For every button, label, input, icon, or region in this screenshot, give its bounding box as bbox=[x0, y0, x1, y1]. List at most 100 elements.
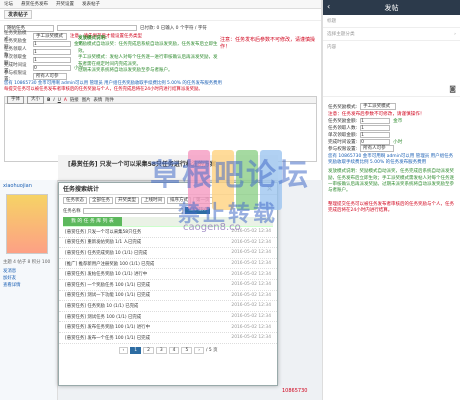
char-count: 已付款: 0 已输入 0 个字符 / 字符 bbox=[140, 26, 207, 31]
nav-item[interactable]: 发表帖子 bbox=[82, 1, 100, 7]
color-button[interactable]: A bbox=[64, 98, 67, 103]
rule-line: 奖励模式自动派奖：任务完成后系统自动派发奖励，任务发布后立即生效。 bbox=[78, 42, 218, 54]
task-title: [悬赏任务] 一个奖励任务 100 (1/1) 已完成 bbox=[65, 282, 150, 288]
task-title: [悬赏任务] 发帖任务奖励 10 (1/1) 进行中 bbox=[65, 272, 148, 278]
task-row[interactable]: [悬赏任务] 任务奖励 10 (1/1) 已完成 2016-05-02 12:34 bbox=[59, 301, 277, 312]
sidebar-link[interactable]: 发消息 bbox=[3, 268, 54, 275]
bottom-balance: 10865730 bbox=[282, 388, 307, 394]
link-button[interactable]: 链接 bbox=[70, 97, 79, 103]
pay-input[interactable]: 1 bbox=[33, 57, 71, 63]
camera-icon[interactable]: ◙ bbox=[449, 85, 456, 93]
title-placeholder: 标题 bbox=[327, 19, 337, 24]
page-button[interactable]: › bbox=[194, 346, 205, 354]
dialog-title: 任务搜索统计 bbox=[63, 186, 100, 193]
nav-item[interactable]: 论坛 bbox=[4, 1, 13, 7]
m-bottom-warn: 整理提交任务可以被任务发布者审核后的任务奖励与个人，任务完成后将在24小时内进行… bbox=[328, 202, 454, 214]
page-button[interactable]: 5 bbox=[181, 346, 193, 354]
sidebar-link[interactable]: 查看详情 bbox=[3, 282, 54, 289]
m-balance: 您有 10865730 金币可用啊 admin可以用 管理员 用户组任务奖励收取… bbox=[328, 154, 454, 166]
m-time-input[interactable]: 0 bbox=[360, 138, 391, 145]
m-warn: 注意：任务发布后参数不可修改，请谨慎操作！ bbox=[328, 111, 425, 117]
chevron-right-icon: › bbox=[454, 31, 456, 37]
task-title: [悬赏任务] 重新发帖奖励 1/1 人已完成 bbox=[65, 240, 142, 246]
reward-input[interactable]: 1 bbox=[33, 41, 71, 47]
image-button[interactable]: 图片 bbox=[82, 97, 91, 103]
task-row[interactable]: [悬赏任务] 一个奖励任务 100 (1/1) 已完成 2016-05-02 12… bbox=[59, 280, 277, 291]
nav-item[interactable]: 开奖设置 bbox=[56, 1, 74, 7]
people-input[interactable]: 1 bbox=[33, 49, 71, 55]
watermark-url: caogen8.co bbox=[183, 222, 241, 233]
username[interactable]: xiaohuojian bbox=[0, 180, 57, 192]
page-button[interactable]: 2 bbox=[143, 346, 154, 354]
m-recv-label: 参与权限设置: bbox=[328, 146, 358, 152]
balance-box: 您有 10865730 金币可用啊 admin可以用 管理员 用户组任务奖励收取… bbox=[0, 80, 321, 94]
title-input[interactable]: 标题 bbox=[323, 15, 460, 28]
task-title: [悬赏任务] 任务完成奖励 10 (1/1) 已完成 bbox=[65, 250, 148, 256]
warn-text: 注意：任务发布后参数不可修改，请谨慎操作！ bbox=[220, 37, 316, 50]
m-mode-label: 任务奖励模式: bbox=[328, 104, 358, 110]
italic-button[interactable]: I bbox=[53, 98, 54, 103]
tab-my-tasks[interactable]: 我 的 任 务 库 列 表 bbox=[63, 217, 122, 226]
task-mode-select[interactable]: 手工派奖模式 bbox=[33, 32, 67, 40]
task-row[interactable]: [推广] 推荐新用户注册奖励 100 (1/1) 已完成 2016-05-02 1… bbox=[59, 259, 277, 270]
m-pay-input[interactable]: 1 bbox=[360, 131, 391, 138]
emoji-button[interactable]: 表情 bbox=[93, 97, 102, 103]
task-row[interactable]: [悬赏任务] 重新发帖奖励 1/1 人已完成 2016-05-02 12:34 bbox=[59, 238, 277, 249]
font-button[interactable]: 字体 bbox=[7, 96, 24, 104]
task-row[interactable]: [悬赏任务] 发布一个任务 100 (1/1) 已完成 2016-05-02 12… bbox=[59, 333, 277, 344]
mobile-post-panel: ‹ 发帖 标题 选择主题分类 › 内容 ◙ 任务奖励模式: 手工派奖模式 注意：任务… bbox=[322, 0, 460, 400]
watermark-text: 草根吧论坛 bbox=[150, 158, 310, 193]
mobile-header: ‹ 发帖 bbox=[323, 0, 460, 15]
m-reward-label: 任务奖励金额: bbox=[328, 118, 358, 124]
m-rules-text: 发放模式说明：奖励模式自动派奖，任务完成后系统自动派发奖励，任务发布后立即生效；… bbox=[328, 169, 454, 194]
content-input[interactable]: 内容 ◙ bbox=[323, 41, 460, 97]
underline-button[interactable]: U bbox=[58, 98, 61, 103]
task-row[interactable]: [悬赏任务] 只发一个可以采集58只任务 2016-05-02 12:34 bbox=[59, 227, 277, 238]
attach-button[interactable]: 附件 bbox=[105, 97, 114, 103]
task-row[interactable]: [悬赏任务] 测试一下功能 100 (1/1) 已完成 2016-05-02 12… bbox=[59, 291, 277, 302]
page-button[interactable]: 4 bbox=[168, 346, 180, 354]
task-row[interactable]: [悬赏任务] 发布任务奖励 100 (1/1) 进行中 2016-05-02 12… bbox=[59, 322, 277, 333]
rules-box: 发放模式说明: 奖励模式自动派奖：任务完成后系统自动派发奖励，任务发布后立即生效… bbox=[78, 36, 218, 74]
subject-input[interactable] bbox=[57, 25, 137, 31]
pagination: ‹ 1 2 3 4 5 ›/ 5 页 bbox=[59, 344, 277, 354]
tab-post[interactable]: 发表帖子 bbox=[4, 10, 33, 19]
m-mode-select[interactable]: 手工派奖模式 bbox=[360, 103, 397, 110]
task-time: 2016-05-02 12:34 bbox=[231, 282, 271, 288]
m-recv-select[interactable]: 所有人可参 bbox=[360, 145, 395, 152]
filter-time[interactable]: 上线时间 bbox=[141, 197, 165, 204]
task-row[interactable]: [悬赏任务] 发帖任务奖励 10 (1/1) 进行中 2016-05-02 12:… bbox=[59, 269, 277, 280]
category-select[interactable]: 选择主题分类 › bbox=[323, 28, 460, 41]
bold-button[interactable]: B bbox=[47, 98, 50, 103]
task-time: 2016-05-02 12:34 bbox=[231, 239, 271, 245]
filter-status[interactable]: 任务状态 bbox=[63, 197, 87, 204]
page-button[interactable]: 1 bbox=[130, 346, 142, 354]
task-time: 2016-05-02 12:34 bbox=[231, 271, 271, 277]
task-time: 2016-05-02 12:34 bbox=[231, 292, 271, 298]
mobile-title: 发帖 bbox=[384, 3, 399, 12]
m-people-input[interactable]: 1 bbox=[360, 124, 391, 131]
size-button[interactable]: 大小 bbox=[27, 96, 44, 104]
search-input[interactable] bbox=[82, 207, 183, 214]
page-button[interactable]: ‹ bbox=[118, 346, 129, 354]
task-title: [悬赏任务] 发布一个任务 100 (1/1) 已完成 bbox=[65, 335, 150, 341]
page-button[interactable]: 3 bbox=[155, 346, 167, 354]
task-title: [悬赏任务] 只发一个可以采集58只任务 bbox=[65, 229, 142, 235]
timelimit-input[interactable]: 0 bbox=[33, 65, 71, 71]
receive-select[interactable]: 所有人可参 bbox=[33, 72, 67, 80]
task-time: 2016-05-02 12:34 bbox=[231, 324, 271, 330]
top-nav: 论坛 悬赏任务发布 开奖设置 发表帖子 bbox=[0, 0, 321, 9]
task-row[interactable]: [悬赏任务] 任务完成奖励 10 (1/1) 已完成 2016-05-02 12:… bbox=[59, 248, 277, 259]
back-icon[interactable]: ‹ bbox=[327, 2, 330, 11]
filter-type[interactable]: 开奖类型 bbox=[115, 197, 139, 204]
filter-all[interactable]: 全部任务 bbox=[89, 197, 113, 204]
m-reward-input[interactable]: 1 bbox=[360, 117, 391, 124]
bottom-balance-value: 10865730 bbox=[282, 388, 308, 394]
sidebar-link[interactable]: 加好友 bbox=[3, 275, 54, 282]
task-time: 2016-05-02 12:34 bbox=[231, 314, 271, 320]
nav-item[interactable]: 悬赏任务发布 bbox=[21, 1, 48, 7]
task-row[interactable]: [悬赏任务] 测试任务 100 (1/1) 已完成 2016-05-02 12:3… bbox=[59, 312, 277, 323]
task-title: [悬赏任务] 测试任务 100 (1/1) 已完成 bbox=[65, 314, 142, 320]
task-time: 2016-05-02 12:34 bbox=[231, 335, 271, 341]
m-time-label: 完成时间设置: bbox=[328, 139, 358, 145]
